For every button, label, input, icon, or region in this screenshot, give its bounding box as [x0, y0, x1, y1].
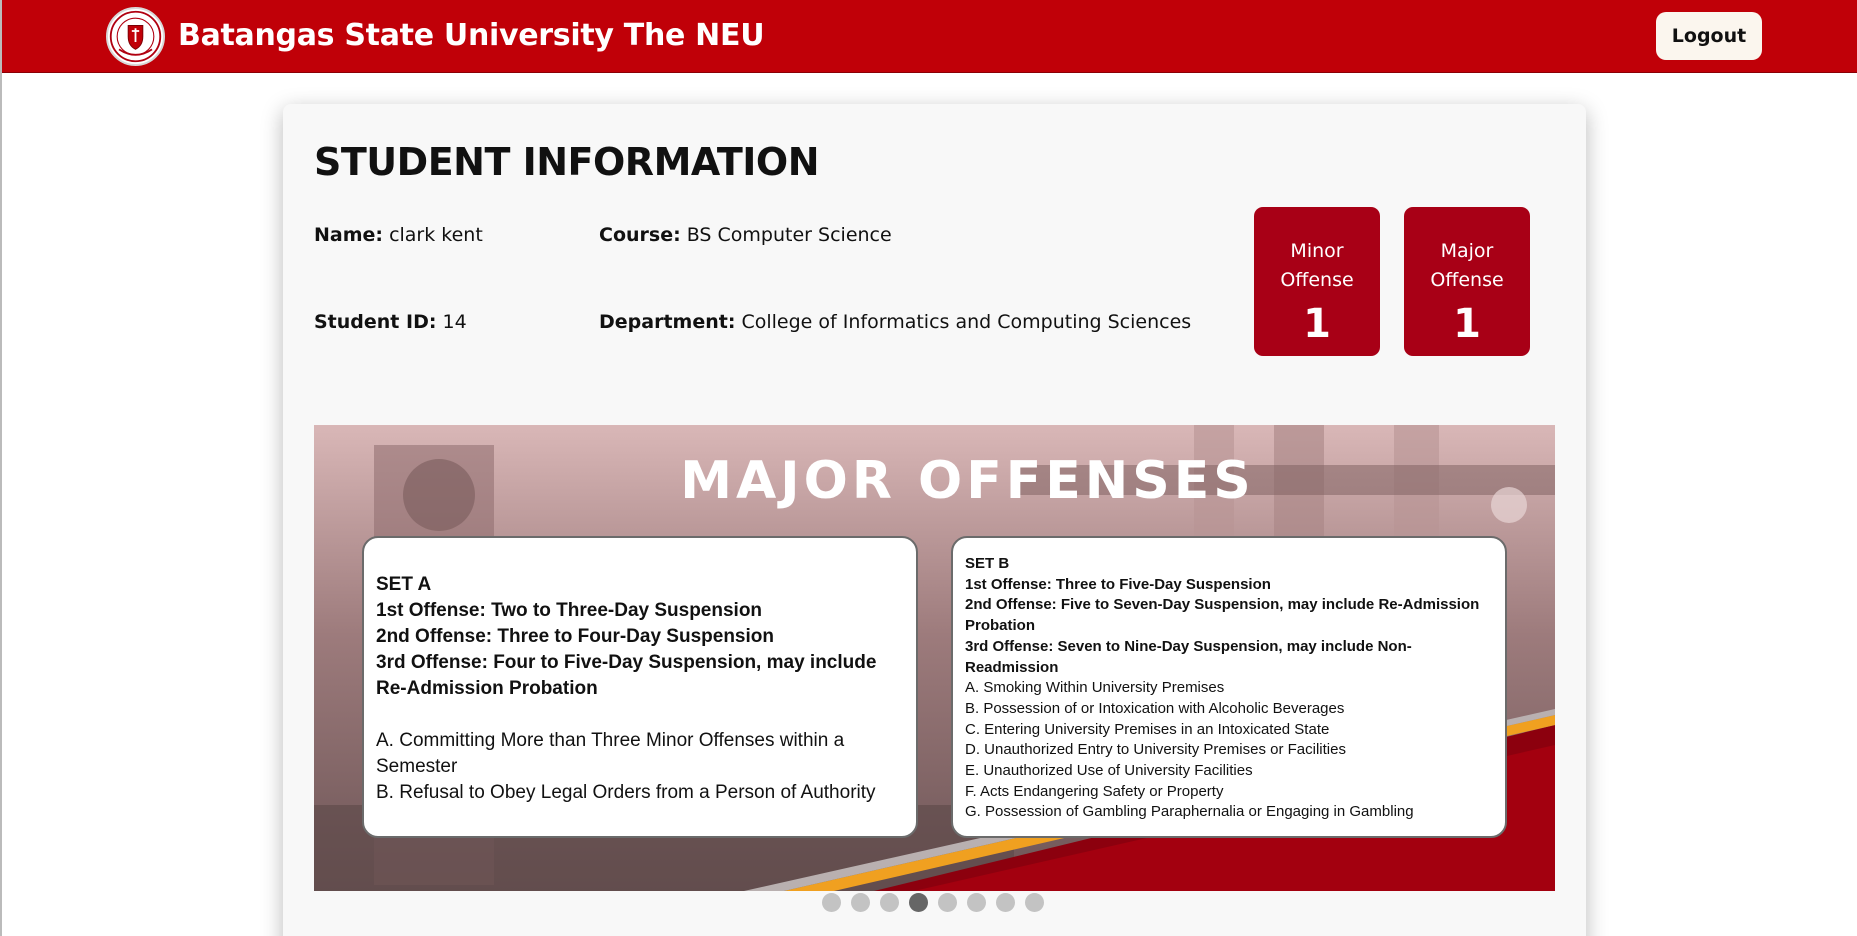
university-seal-icon — [109, 10, 162, 63]
student-info-card: STUDENT INFORMATION Name: clark kent Stu… — [283, 104, 1586, 936]
set-a-item-b: B. Refusal to Obey Legal Orders from a P… — [376, 782, 876, 803]
set-b-penalty-1: 1st Offense: Three to Five-Day Suspensio… — [965, 575, 1271, 593]
major-offense-card: Major Offense 1 — [1404, 207, 1530, 356]
major-offense-count: 1 — [1453, 301, 1481, 347]
carousel-indicators — [822, 893, 1054, 913]
carousel-dot-1[interactable] — [822, 893, 841, 912]
carousel-dot-8[interactable] — [1025, 893, 1044, 912]
carousel-dot-2[interactable] — [851, 893, 870, 912]
carousel-dot-3[interactable] — [880, 893, 899, 912]
student-name-label: Name: — [314, 224, 384, 246]
carousel-dot-5[interactable] — [938, 893, 957, 912]
page-title: STUDENT INFORMATION — [314, 140, 820, 184]
logout-button[interactable]: Logout — [1656, 12, 1762, 60]
carousel-dot-4[interactable] — [909, 893, 928, 912]
student-id-label: Student ID: — [314, 311, 437, 333]
minor-offense-label: Minor Offense — [1280, 240, 1354, 291]
set-b-item-b: B. Possession of or Intoxication with Al… — [965, 699, 1345, 717]
set-b-heading: SET B — [965, 555, 1010, 572]
top-navbar: Batangas State University The NEU Logout — [2, 0, 1857, 73]
set-a-penalty-1: 1st Offense: Two to Three-Day Suspension — [376, 600, 763, 621]
carousel-dot-7[interactable] — [996, 893, 1015, 912]
student-course-value: BS Computer Science — [686, 224, 892, 246]
student-course: Course: BS Computer Science — [599, 224, 892, 246]
set-a-panel: SET A 1st Offense: Two to Three-Day Susp… — [362, 536, 918, 838]
set-a-penalty-3: 3rd Offense: Four to Five-Day Suspension… — [376, 652, 877, 699]
set-b-item-e: E. Unauthorized Use of University Facili… — [965, 762, 1253, 780]
set-b-panel: SET B 1st Offense: Three to Five-Day Sus… — [951, 536, 1507, 838]
student-name-value: clark kent — [389, 224, 483, 246]
student-name: Name: clark kent — [314, 224, 483, 246]
set-b-item-g: G. Possession of Gambling Paraphernalia … — [965, 803, 1414, 821]
slide-title: MAJOR OFFENSES — [680, 451, 1255, 511]
set-b-item-d: D. Unauthorized Entry to University Prem… — [965, 741, 1346, 759]
student-department-value: College of Informatics and Computing Sci… — [741, 311, 1192, 333]
university-logo — [106, 7, 165, 66]
set-b-item-c: C. Entering University Premises in an In… — [965, 720, 1330, 738]
set-b-item-f: F. Acts Endangering Safety or Property — [965, 782, 1224, 800]
offense-carousel[interactable]: MAJOR OFFENSES SET A 1st Offense: Two to… — [314, 425, 1555, 891]
site-title: Batangas State University The NEU — [178, 18, 765, 53]
student-id-value: 14 — [442, 311, 467, 333]
set-b-item-a: A. Smoking Within University Premises — [965, 679, 1225, 697]
carousel-dot-6[interactable] — [967, 893, 986, 912]
set-a-item-a: A. Committing More than Three Minor Offe… — [376, 730, 845, 777]
student-id: Student ID: 14 — [314, 311, 467, 333]
student-course-label: Course: — [599, 224, 681, 246]
student-department: Department: College of Informatics and C… — [599, 311, 1191, 333]
student-department-label: Department: — [599, 311, 736, 333]
major-offense-label: Major Offense — [1430, 240, 1504, 291]
set-a-heading: SET A — [376, 574, 432, 595]
set-b-penalty-2: 2nd Offense: Five to Seven-Day Suspensio… — [965, 596, 1480, 635]
minor-offense-count: 1 — [1303, 301, 1331, 347]
set-a-penalty-2: 2nd Offense: Three to Four-Day Suspensio… — [376, 626, 774, 647]
minor-offense-card: Minor Offense 1 — [1254, 207, 1380, 356]
set-b-penalty-3: 3rd Offense: Seven to Nine-Day Suspensio… — [965, 637, 1412, 676]
